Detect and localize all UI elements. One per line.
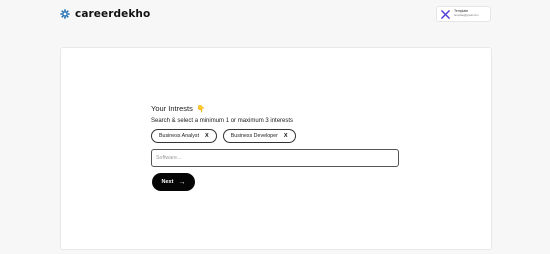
brand-logo[interactable]: careerdekho bbox=[60, 8, 150, 20]
user-email: template@gmail.com bbox=[454, 13, 479, 17]
pointing-down-icon: 👇 bbox=[196, 105, 206, 113]
brand-name: careerdekho bbox=[75, 8, 151, 20]
instruction-text: Search & select a minimum 1 or maximum 3… bbox=[151, 118, 294, 124]
snowflake-logo-icon bbox=[60, 9, 70, 19]
interest-search-input[interactable] bbox=[151, 149, 399, 167]
remove-chip-button[interactable]: X bbox=[205, 133, 209, 139]
next-label: Next bbox=[161, 179, 174, 185]
user-info: Template template@gmail.com bbox=[454, 10, 478, 17]
arrow-right-icon: → bbox=[178, 178, 186, 186]
next-button[interactable]: Next → bbox=[152, 173, 195, 191]
chip-label: Business Analyst bbox=[159, 133, 200, 139]
user-profile-chip[interactable]: Template template@gmail.com bbox=[436, 6, 491, 22]
title-text: Your Intrests bbox=[151, 104, 193, 113]
page-title: Your Intrests 👇 bbox=[151, 104, 206, 113]
selected-interests: Business Analyst X Business Developer X bbox=[151, 129, 296, 143]
user-avatar-icon bbox=[441, 9, 450, 19]
interest-chip-business-analyst: Business Analyst X bbox=[151, 129, 217, 143]
chip-label: Business Developer bbox=[230, 133, 278, 139]
remove-chip-button[interactable]: X bbox=[284, 133, 288, 139]
interest-chip-business-developer: Business Developer X bbox=[222, 129, 296, 143]
